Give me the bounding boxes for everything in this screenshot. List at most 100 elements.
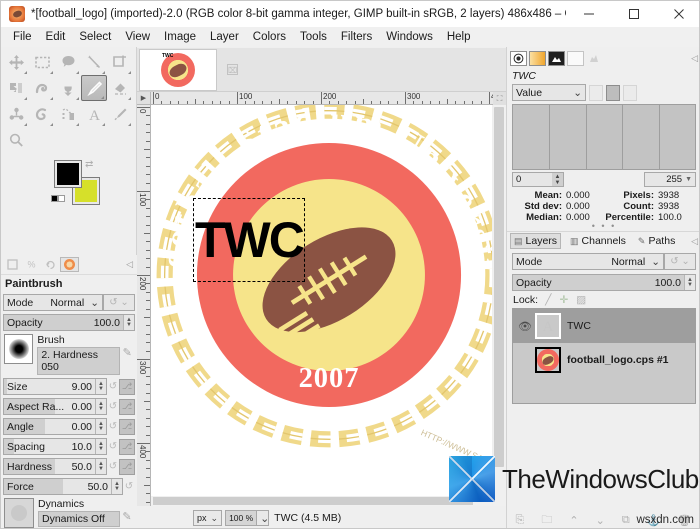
- size-slider[interactable]: Size 9.00 ▲ ▼: [3, 378, 107, 395]
- spacing-stepper[interactable]: ▲ ▼: [95, 439, 106, 454]
- lock-alpha-icon[interactable]: ▨: [576, 294, 586, 306]
- histogram-range-high[interactable]: 255 ▼: [644, 172, 696, 187]
- force-stepper[interactable]: ▲ ▼: [111, 479, 122, 494]
- menu-filters[interactable]: Filters: [334, 29, 379, 45]
- hardness-slider[interactable]: Hardness 50.0 ▲ ▼: [3, 458, 107, 475]
- tab-channels[interactable]: ▥ Channels: [567, 234, 629, 248]
- tool-preset-button[interactable]: ↺ ⌄: [103, 294, 135, 311]
- lower-layer-icon[interactable]: ⌄: [596, 514, 605, 527]
- path-tool[interactable]: [81, 49, 107, 75]
- menu-view[interactable]: View: [118, 29, 157, 45]
- layer-mode-select[interactable]: Mode Normal ⌄: [512, 253, 664, 270]
- aspect-ratio-dynamics-button[interactable]: ⎇: [119, 398, 135, 415]
- menu-file[interactable]: File: [6, 29, 39, 45]
- histogram-menu-button[interactable]: [640, 85, 654, 101]
- tab-close-icon[interactable]: ⌧: [227, 64, 238, 75]
- range-high-stepper[interactable]: ▼: [685, 176, 692, 183]
- zoom-image-button[interactable]: ⛶: [493, 92, 506, 105]
- linear-histogram-button[interactable]: [589, 84, 603, 101]
- histogram-tab[interactable]: [586, 51, 603, 66]
- dock-menu-arrow-icon[interactable]: ◁: [691, 53, 698, 64]
- dock-separator-handle[interactable]: • • •: [507, 222, 699, 231]
- dynamics-value[interactable]: Dynamics Off: [38, 511, 120, 527]
- raise-layer-icon[interactable]: ⌃: [569, 514, 578, 527]
- free-select-tool[interactable]: [55, 49, 81, 75]
- angle-reset-icon[interactable]: ↺: [107, 421, 119, 432]
- histogram-range-low[interactable]: 0 ▲ ▼: [512, 172, 564, 187]
- size-dynamics-button[interactable]: ⎇: [119, 378, 135, 395]
- layer-mode-extra-button[interactable]: ↺ ⌄: [664, 253, 696, 270]
- menu-windows[interactable]: Windows: [379, 29, 440, 45]
- aspect-ratio-stepper[interactable]: ▲ ▼: [95, 399, 106, 414]
- angle-dynamics-button[interactable]: ⎇: [119, 418, 135, 435]
- device-status-tab-icon[interactable]: %: [22, 257, 41, 272]
- opacity-slider[interactable]: Opacity 100.0 ▲ ▼: [3, 314, 135, 331]
- close-button[interactable]: [656, 1, 699, 27]
- brushes-tab[interactable]: [510, 50, 527, 66]
- range-low-stepper[interactable]: ▲ ▼: [552, 173, 563, 186]
- gradients-tab[interactable]: [529, 50, 546, 66]
- paint-mode-select[interactable]: Mode Normal ⌄: [3, 294, 103, 311]
- spacing-dynamics-button[interactable]: ⎇: [119, 438, 135, 455]
- brush-preview[interactable]: [4, 334, 34, 364]
- layers-dock-menu-arrow-icon[interactable]: ◁: [691, 236, 698, 247]
- crop-tool[interactable]: [107, 49, 133, 75]
- angle-slider[interactable]: Angle 0.00 ▲ ▼: [3, 418, 107, 435]
- rect-select-tool[interactable]: [29, 49, 55, 75]
- hardness-dynamics-button[interactable]: ⎇: [119, 458, 135, 475]
- opacity-stepper[interactable]: ▲ ▼: [123, 315, 134, 330]
- layer-opacity-stepper[interactable]: ▲ ▼: [684, 275, 695, 290]
- edit-brush-icon[interactable]: ✎: [120, 334, 134, 359]
- menu-help[interactable]: Help: [440, 29, 478, 45]
- layer-opacity-slider[interactable]: Opacity 100.0 ▲ ▼: [512, 274, 696, 291]
- aspect-ratio-reset-icon[interactable]: ↺: [107, 401, 119, 412]
- histogram-channel-select[interactable]: Value ⌄: [512, 84, 586, 101]
- duplicate-layer-icon[interactable]: ⧉: [622, 514, 630, 527]
- paintbrush-tool[interactable]: [81, 75, 107, 101]
- flip-tool[interactable]: [3, 75, 29, 101]
- zoom-field[interactable]: 100 %: [225, 510, 257, 526]
- menu-tools[interactable]: Tools: [293, 29, 334, 45]
- unit-select[interactable]: px ⌄: [193, 510, 223, 526]
- angle-stepper[interactable]: ▲ ▼: [95, 419, 106, 434]
- warp-tool[interactable]: [3, 101, 29, 127]
- aspect-ratio-slider[interactable]: Aspect Ra... 0.00 ▲ ▼: [3, 398, 107, 415]
- text-tool[interactable]: A: [81, 101, 107, 127]
- force-slider[interactable]: Force 50.0 ▲ ▼: [3, 478, 123, 495]
- dynamics-preview[interactable]: [4, 498, 34, 528]
- tab-paths[interactable]: ✎ Paths: [635, 234, 678, 248]
- histogram-option-button[interactable]: [623, 84, 637, 101]
- force-reset-icon[interactable]: ↺: [123, 481, 135, 492]
- lock-position-icon[interactable]: ✛: [559, 294, 568, 306]
- zoom-tool[interactable]: [3, 127, 29, 153]
- vertical-scroll-thumb[interactable]: [494, 107, 504, 467]
- menu-select[interactable]: Select: [72, 29, 118, 45]
- minimize-button[interactable]: [566, 1, 611, 27]
- table-row[interactable]: 👁 football_logo.cps #1: [513, 343, 695, 377]
- brush-name[interactable]: 2. Hardness 050: [37, 347, 121, 375]
- logarithmic-histogram-button[interactable]: [606, 84, 620, 101]
- new-layer-icon[interactable]: ⎘: [516, 514, 525, 527]
- smudge-tool[interactable]: [29, 75, 55, 101]
- dock-menu-arrow-icon[interactable]: ◁: [126, 259, 135, 270]
- vertical-ruler[interactable]: 0 100 200 300 400: [137, 105, 151, 528]
- eraser-tool[interactable]: [107, 75, 133, 101]
- layer-list[interactable]: 👁 A TWC 👁 football_logo.cps #1: [512, 308, 696, 404]
- hardness-reset-icon[interactable]: ↺: [107, 461, 119, 472]
- default-colors-icon[interactable]: [51, 193, 67, 202]
- ruler-origin-button[interactable]: ▶: [137, 92, 151, 105]
- new-group-icon[interactable]: 🗀: [541, 511, 552, 529]
- menu-colors[interactable]: Colors: [246, 29, 293, 45]
- twc-text-layer[interactable]: TWC: [195, 203, 305, 277]
- tool-options-tab-icon[interactable]: [3, 257, 22, 272]
- zoom-dropdown-button[interactable]: ⌄: [256, 510, 269, 526]
- undo-history-tab-icon[interactable]: [41, 257, 60, 272]
- horizontal-scroll-thumb[interactable]: [153, 497, 473, 505]
- size-stepper[interactable]: ▲ ▼: [95, 379, 106, 394]
- color-picker-tool[interactable]: [107, 101, 133, 127]
- size-reset-icon[interactable]: ↺: [107, 381, 119, 392]
- measure-tool[interactable]: [55, 101, 81, 127]
- menu-layer[interactable]: Layer: [203, 29, 246, 45]
- images-tab-icon[interactable]: [60, 257, 79, 272]
- images-tab[interactable]: [548, 50, 565, 66]
